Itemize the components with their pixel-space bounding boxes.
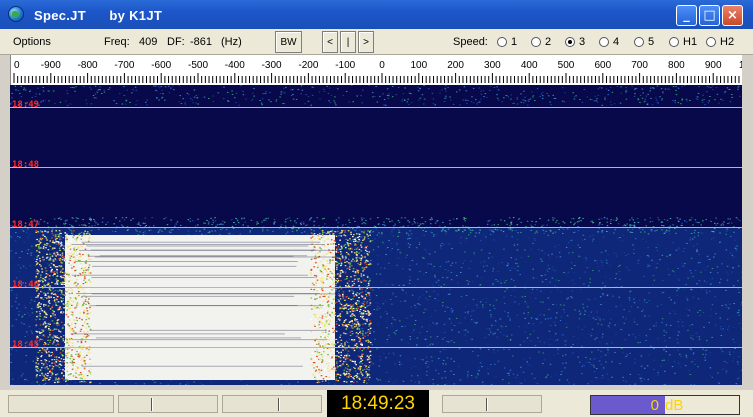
window-title: Spec.JT by K1JT <box>34 8 163 23</box>
ruler-label: 0 <box>14 60 20 71</box>
df-unit: (Hz) <box>221 36 242 48</box>
ruler-label: -800 <box>78 60 98 71</box>
ruler-label: 0 <box>379 60 385 71</box>
radio-label: 3 <box>579 36 586 48</box>
freq-value: 409 <box>139 36 158 48</box>
radio-dot[interactable] <box>706 37 716 47</box>
ruler-label: -400 <box>225 60 245 71</box>
radio-dot[interactable] <box>497 37 507 47</box>
level-value: 0 <box>650 397 659 414</box>
status-field-left <box>8 395 114 413</box>
ruler-label: 800 <box>668 60 685 71</box>
options-menu[interactable]: Options <box>13 36 51 48</box>
ruler-scale: 0 -900 -800 -700 -600 -500 -400 -300 -200 -100 0 10… <box>13 60 743 83</box>
speed-radio-h1[interactable]: H1 <box>669 36 697 48</box>
level-meter: 0 dB <box>590 395 740 415</box>
radio-label: H2 <box>720 36 735 48</box>
radio-dot[interactable] <box>599 37 609 47</box>
globe-icon <box>8 6 24 22</box>
ruler-label: 400 <box>521 60 538 71</box>
waterfall-display[interactable]: 18:49 18:48 18:47 18:46 18:45 <box>10 85 742 385</box>
speed-radio-h2[interactable]: H2 <box>706 36 734 48</box>
brightness-slider-thumb[interactable] <box>486 398 488 411</box>
time-marker-line <box>10 167 742 168</box>
frequency-ruler: 0 -900 -800 -700 -600 -500 -400 -300 -200 -100 0 10… <box>10 55 743 85</box>
close-button[interactable]: × <box>722 5 743 26</box>
speed-label: Speed: <box>453 36 488 48</box>
level-unit: dB <box>665 397 684 414</box>
ruler-label: -300 <box>262 60 282 71</box>
utc-clock: 18:49:23 <box>327 390 429 417</box>
ruler-label: -900 <box>41 60 61 71</box>
ruler-label: -700 <box>114 60 134 71</box>
minimize-button[interactable]: _ <box>676 5 697 26</box>
time-marker-line <box>10 227 742 228</box>
ruler-label: 500 <box>558 60 575 71</box>
radio-label: H1 <box>683 36 698 48</box>
time-marker-label: 18:48 <box>12 160 40 170</box>
radio-dot[interactable] <box>669 37 679 47</box>
df-value: -861 <box>190 36 213 48</box>
speed-radio-2[interactable]: 2 <box>531 36 551 48</box>
zero-slider-thumb[interactable] <box>278 398 280 411</box>
radio-label: 4 <box>613 36 620 48</box>
ruler-label: 300 <box>484 60 501 71</box>
brightness-slider[interactable] <box>442 395 542 413</box>
speed-radio-1[interactable]: 1 <box>497 36 517 48</box>
ruler-label: -100 <box>335 60 355 71</box>
ruler-label: 900 <box>705 60 722 71</box>
radio-dot[interactable] <box>565 37 575 47</box>
gain-slider-thumb[interactable] <box>151 398 153 411</box>
time-marker-label: 18:49 <box>12 100 40 110</box>
next-button[interactable]: > <box>358 31 374 53</box>
radio-label: 1 <box>511 36 518 48</box>
ruler-label: -500 <box>188 60 208 71</box>
center-button[interactable]: | <box>340 31 356 53</box>
speed-radio-3[interactable]: 3 <box>565 36 585 48</box>
right-frame <box>742 55 753 390</box>
speed-radio-5[interactable]: 5 <box>634 36 654 48</box>
radio-dot[interactable] <box>634 37 644 47</box>
waterfall-signal <box>10 85 742 385</box>
time-marker-label: 18:47 <box>12 220 40 230</box>
zero-slider[interactable] <box>222 395 322 413</box>
left-frame <box>0 55 10 390</box>
bw-button[interactable]: BW <box>275 31 302 53</box>
freq-label: Freq: <box>104 36 130 48</box>
time-marker-label: 18:45 <box>12 340 40 350</box>
title-bar: Spec.JT by K1JT _ □ × <box>0 0 753 29</box>
prev-button[interactable]: < <box>322 31 338 53</box>
ruler-label: 200 <box>447 60 464 71</box>
toolbar: Options Freq: 409 DF: -861 (Hz) BW < | >… <box>0 29 753 55</box>
ruler-label: 100 <box>410 60 427 71</box>
radio-label: 2 <box>545 36 552 48</box>
gain-slider[interactable] <box>118 395 218 413</box>
df-label: DF: <box>167 36 185 48</box>
time-marker-line <box>10 347 742 348</box>
ruler-label: -200 <box>298 60 318 71</box>
ruler-label: 700 <box>631 60 648 71</box>
radio-label: 5 <box>648 36 655 48</box>
radio-dot[interactable] <box>531 37 541 47</box>
speed-radio-4[interactable]: 4 <box>599 36 619 48</box>
time-marker-line <box>10 287 742 288</box>
time-marker-line <box>10 107 742 108</box>
maximize-button[interactable]: □ <box>699 5 720 26</box>
ruler-label: 600 <box>594 60 611 71</box>
time-marker-label: 18:46 <box>12 280 40 290</box>
ruler-label: -600 <box>151 60 171 71</box>
